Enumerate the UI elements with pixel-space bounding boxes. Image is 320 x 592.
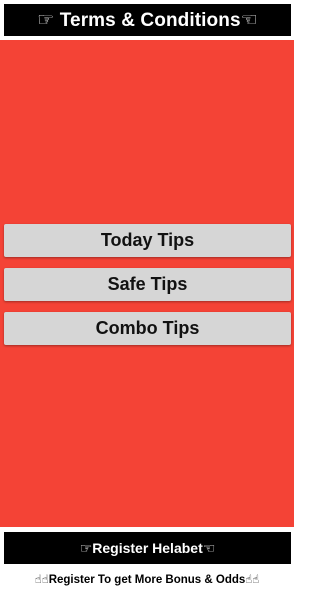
safe-tips-button[interactable]: Safe Tips	[4, 268, 291, 301]
today-tips-button[interactable]: Today Tips	[4, 224, 291, 257]
combo-tips-button[interactable]: Combo Tips	[4, 312, 291, 345]
screen: ☞ Terms & Conditions☜ Today Tips Safe Ti…	[0, 0, 294, 592]
terms-and-conditions-button[interactable]: ☞ Terms & Conditions☜	[4, 4, 291, 36]
register-helabet-button[interactable]: ☞Register Helabet☜	[4, 532, 291, 564]
register-promo-text: ☝☝Register To get More Bonus & Odds☝☝	[34, 574, 260, 586]
